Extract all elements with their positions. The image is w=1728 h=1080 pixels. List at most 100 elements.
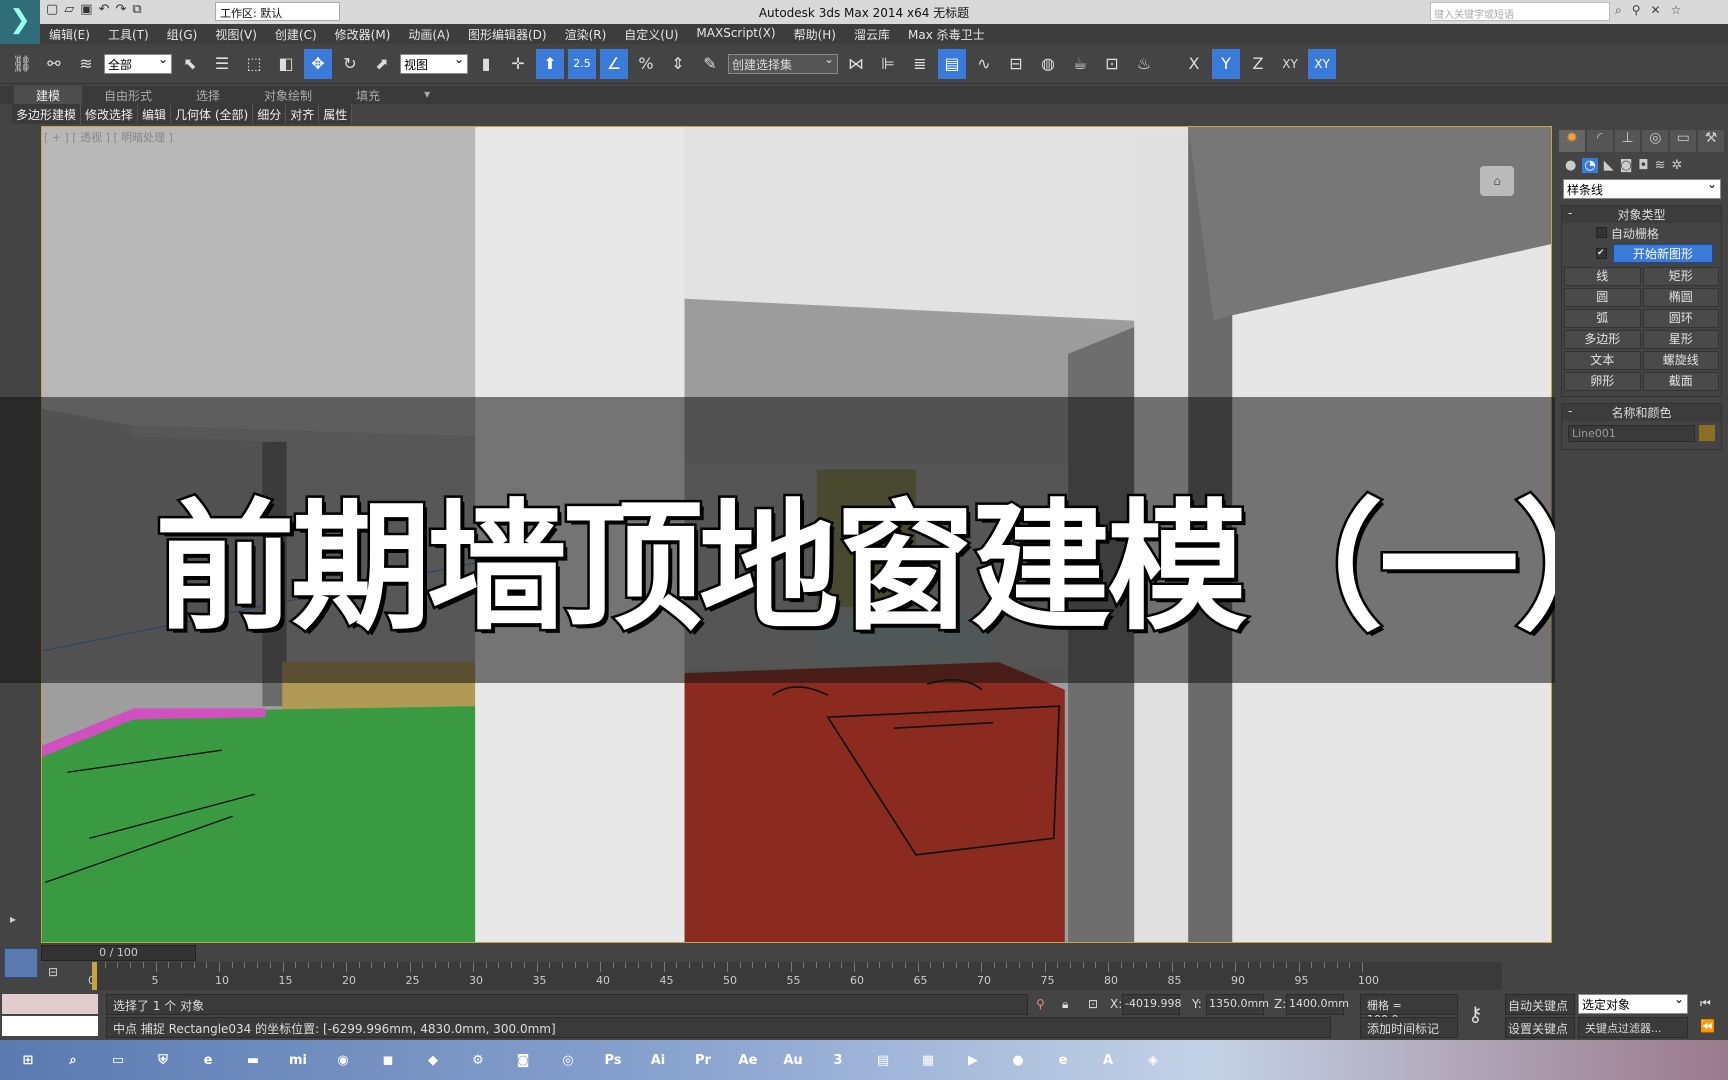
modify-tab-icon[interactable]: ◜	[1586, 130, 1613, 152]
curve-editor-icon[interactable]: ∿	[970, 49, 998, 79]
ribbon-tab[interactable]: 选择	[174, 86, 242, 104]
axis-z-button[interactable]: Z	[1244, 49, 1272, 79]
ribbon-panel-item[interactable]: 编辑	[138, 104, 172, 124]
menu-item[interactable]: 自定义(U)	[615, 24, 687, 44]
start-new-shape-checkbox[interactable]: ✔	[1596, 248, 1607, 259]
object-name-input[interactable]: Line001	[1568, 425, 1695, 442]
taskbar-app-icon[interactable]: e	[192, 1045, 224, 1075]
manipulate-icon[interactable]: ✛	[504, 49, 532, 79]
taskbar-app-icon[interactable]: ◈	[1137, 1045, 1169, 1075]
menu-item[interactable]: 工具(T)	[99, 24, 158, 44]
taskbar-app-icon[interactable]: ▬	[237, 1045, 269, 1075]
named-selection-dropdown[interactable]: 创建选择集	[728, 52, 838, 74]
hierarchy-tab-icon[interactable]: ⊥	[1614, 130, 1641, 152]
prev-frame-icon[interactable]: ⏪	[1700, 1019, 1715, 1033]
key-filters-button[interactable]: 关键点过滤器...	[1578, 1017, 1688, 1038]
edit-named-sel-icon[interactable]: ✎	[696, 49, 724, 79]
key-mode-dropdown[interactable]: 选定对象	[1578, 992, 1688, 1014]
menu-item[interactable]: 渲染(R)	[556, 24, 616, 44]
ribbon-panel-item[interactable]: 几何体 (全部)	[171, 104, 254, 124]
taskbar-app-icon[interactable]: ◆	[417, 1045, 449, 1075]
ribbon-tab[interactable]: 对象绘制	[242, 86, 334, 104]
z-coord-field[interactable]: 1400.0mm	[1286, 994, 1349, 1015]
shape-button[interactable]: 弧	[1564, 309, 1641, 328]
shape-button[interactable]: 截面	[1642, 372, 1719, 391]
axis-xy-button[interactable]: XY	[1276, 49, 1304, 79]
taskbar-app-icon[interactable]: Ps	[597, 1045, 629, 1075]
curve-toggle-icon[interactable]: ⊟	[48, 965, 58, 979]
create-tab-icon[interactable]: ✹	[1559, 130, 1585, 152]
object-color-swatch[interactable]	[1699, 425, 1715, 441]
taskbar-app-icon[interactable]: Au	[777, 1045, 809, 1075]
shape-button[interactable]: 文本	[1564, 351, 1641, 370]
material-editor-icon[interactable]: ◍	[1034, 49, 1062, 79]
set-key-icon[interactable]: ⚷	[1468, 1002, 1483, 1026]
maxscript-listener-white[interactable]	[2, 1016, 98, 1036]
geometry-icon[interactable]: ●	[1565, 158, 1576, 173]
name-color-header[interactable]: - 名称和颜色	[1562, 404, 1721, 421]
start-new-shape-button[interactable]: 开始新图形	[1613, 244, 1713, 263]
binoculars-icon[interactable]: ⌕	[1615, 3, 1622, 18]
window-crossing-icon[interactable]: ◧	[272, 49, 300, 79]
rect-region-icon[interactable]: ⬚	[240, 49, 268, 79]
pivot-icon[interactable]: ▮	[472, 49, 500, 79]
x-coord-field[interactable]: -4019.998	[1122, 994, 1181, 1015]
motion-tab-icon[interactable]: ◎	[1642, 130, 1669, 152]
lights-icon[interactable]: ◣	[1604, 158, 1614, 173]
taskbar-app-icon[interactable]: ◎	[552, 1045, 584, 1075]
align-icon[interactable]: ⊫	[874, 49, 902, 79]
display-tab-icon[interactable]: ▭	[1670, 130, 1697, 152]
menu-item[interactable]: 图形编辑器(D)	[459, 24, 556, 44]
rotate-icon[interactable]: ↻	[336, 49, 364, 79]
taskbar-app-icon[interactable]: ▶	[957, 1045, 989, 1075]
bind-space-warp-icon[interactable]: ≋	[72, 49, 100, 79]
mini-listener-icon[interactable]	[4, 948, 38, 978]
select-by-name-icon[interactable]: ☰	[208, 49, 236, 79]
menu-item[interactable]: 帮助(H)	[785, 24, 845, 44]
taskbar-app-icon[interactable]: Ae	[732, 1045, 764, 1075]
taskbar-app-icon[interactable]: ▦	[912, 1045, 944, 1075]
new-icon[interactable]: ▢	[46, 2, 58, 17]
taskbar-app-icon[interactable]: Pr	[687, 1045, 719, 1075]
rendered-frame-icon[interactable]: ⊡	[1098, 49, 1126, 79]
key-icon[interactable]: ⚲	[1632, 3, 1641, 18]
taskbar-app-icon[interactable]: ⌕	[57, 1045, 89, 1075]
space-warps-icon[interactable]: ≋	[1655, 158, 1666, 173]
object-type-header[interactable]: - 对象类型	[1562, 206, 1721, 223]
scale-icon[interactable]: ⬈	[368, 49, 396, 79]
open-icon[interactable]: ▱	[64, 2, 74, 17]
axis-xy-cycle-button[interactable]: XY	[1308, 48, 1336, 79]
x-icon[interactable]: ✕	[1651, 3, 1661, 18]
category-dropdown[interactable]: 样条线	[1563, 177, 1721, 199]
taskbar-app-icon[interactable]: ●	[1002, 1045, 1034, 1075]
select-icon[interactable]: ⬉	[176, 49, 204, 79]
play-arrow-icon[interactable]: ▸	[10, 912, 16, 926]
shape-button[interactable]: 矩形	[1642, 267, 1719, 286]
mirror-icon[interactable]: ⋈	[842, 49, 870, 79]
shape-button[interactable]: 圆环	[1642, 309, 1719, 328]
schematic-view-icon[interactable]: ⊟	[1002, 49, 1030, 79]
menu-item[interactable]: Max 杀毒卫士	[899, 24, 994, 44]
taskbar-app-icon[interactable]: A	[1092, 1045, 1124, 1075]
set-key-button[interactable]: 设置关键点	[1505, 1017, 1575, 1038]
render-icon[interactable]: ♨	[1130, 49, 1158, 79]
shape-button[interactable]: 线	[1564, 267, 1641, 286]
taskbar-app-icon[interactable]: ◙	[507, 1045, 539, 1075]
ribbon-panel-item[interactable]: 属性	[319, 104, 353, 124]
unlink-icon[interactable]: ⚯	[40, 49, 68, 79]
scene-explorer-icon[interactable]: ▤	[938, 48, 966, 79]
taskbar-app-icon[interactable]: ⚙	[462, 1045, 494, 1075]
selection-filter-dropdown[interactable]: 全部	[104, 52, 172, 74]
cameras-icon[interactable]: ◙	[1620, 158, 1633, 173]
angle-snap-icon[interactable]: ∠	[600, 48, 628, 79]
menu-item[interactable]: MAXScript(X)	[687, 24, 784, 44]
y-coord-field[interactable]: 1350.0mm	[1206, 994, 1269, 1015]
ribbon-tab[interactable]: 填充	[334, 86, 402, 104]
ribbon-panel-item[interactable]: 对齐	[286, 104, 320, 124]
shape-button[interactable]: 圆	[1564, 288, 1641, 307]
maxscript-listener-pink[interactable]	[2, 994, 98, 1014]
search-input[interactable]: 键入关键字或短语	[1430, 2, 1610, 21]
menu-item[interactable]: 溜云库	[845, 24, 899, 44]
shape-button[interactable]: 卵形	[1564, 372, 1641, 391]
time-slider-marker[interactable]	[92, 962, 97, 990]
